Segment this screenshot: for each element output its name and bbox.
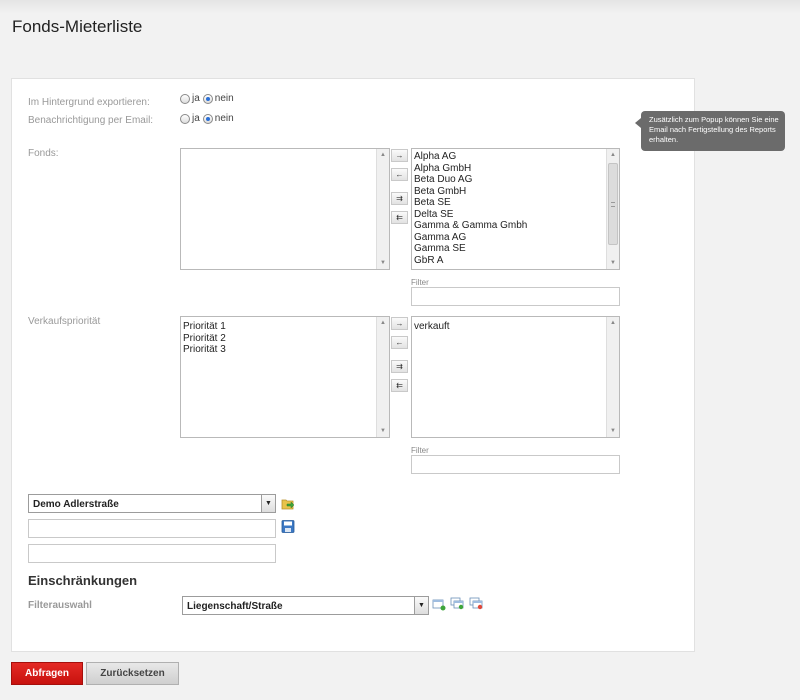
email-notification-label: Benachrichtigung per Email: xyxy=(28,115,154,126)
radio-label: ja xyxy=(192,93,200,104)
prioritaet-selected-list[interactable]: Priorität 1 Priorität 2 Priorität 3 ▲ ▼ xyxy=(180,316,390,438)
background-export-ja-radio[interactable] xyxy=(180,93,190,104)
fonds-filter-input[interactable] xyxy=(411,287,620,306)
list-item[interactable]: Priorität 3 xyxy=(183,344,226,356)
list-item[interactable]: Gamma & Gamma Gmbh xyxy=(414,220,527,232)
scroll-down-icon[interactable]: ▼ xyxy=(607,425,619,437)
email-notification-radios: ja nein xyxy=(180,113,237,124)
top-bar xyxy=(0,0,800,14)
email-notification-ja-radio[interactable] xyxy=(180,113,190,124)
list-item[interactable]: Priorität 1 xyxy=(183,321,226,333)
restrictions-title: Einschränkungen xyxy=(28,573,138,588)
scrollbar[interactable]: ▲ ▼ xyxy=(606,149,619,269)
radio-label: nein xyxy=(214,93,234,104)
scroll-up-icon[interactable]: ▲ xyxy=(377,317,389,329)
fonds-add-button[interactable]: → xyxy=(391,149,408,162)
prio-remove-button[interactable]: ← xyxy=(391,336,408,349)
fonds-remove-all-button[interactable]: ⇇ xyxy=(391,211,408,224)
list-item[interactable]: Alpha AG xyxy=(414,151,527,163)
template-name-input[interactable] xyxy=(28,519,276,538)
scroll-up-icon[interactable]: ▲ xyxy=(607,317,619,329)
load-template-icon[interactable] xyxy=(281,497,295,510)
list-item[interactable]: Gamma AG xyxy=(414,232,527,244)
template-description-input[interactable] xyxy=(28,544,276,563)
fonds-label: Fonds: xyxy=(28,148,59,159)
filter-selection-select[interactable]: Liegenschaft/Straße ▼ xyxy=(182,596,429,615)
save-icon[interactable] xyxy=(281,520,295,533)
list-item[interactable]: verkauft xyxy=(414,321,450,333)
scrollbar[interactable]: ▲ ▼ xyxy=(606,317,619,437)
scrollbar[interactable]: ▲ ▼ xyxy=(376,317,389,437)
radio-label: ja xyxy=(192,113,200,124)
fonds-filter-label: Filter xyxy=(411,278,429,287)
fonds-available-list[interactable]: Alpha AG Alpha GmbH Beta Duo AG Beta GmbH Be… xyxy=(411,148,620,270)
list-item[interactable]: Alpha GmbH xyxy=(414,163,527,175)
fonds-selected-list[interactable]: ▲ ▼ xyxy=(180,148,390,270)
chevron-down-icon[interactable]: ▼ xyxy=(414,597,428,614)
list-item[interactable]: GbR A xyxy=(414,255,527,267)
verkaufsprioritaet-label: Verkaufspriorität xyxy=(28,316,101,327)
filter-selection-label: Filterauswahl xyxy=(28,600,92,611)
template-select-value: Demo Adlerstraße xyxy=(33,499,119,510)
scrollbar[interactable]: ▲ ▼ xyxy=(376,149,389,269)
prio-add-button[interactable]: → xyxy=(391,317,408,330)
prioritaet-available-items: verkauft xyxy=(414,321,450,333)
grip-icon xyxy=(611,202,615,207)
filter-selection-value: Liegenschaft/Straße xyxy=(187,601,283,612)
submit-button[interactable]: Abfragen xyxy=(11,662,83,685)
fonds-add-all-button[interactable]: ⇉ xyxy=(391,192,408,205)
copy-filter-icon[interactable] xyxy=(450,597,464,610)
radio-label: nein xyxy=(214,113,234,124)
scroll-down-icon[interactable]: ▼ xyxy=(607,257,619,269)
prio-add-all-button[interactable]: ⇉ xyxy=(391,360,408,373)
list-item[interactable]: Gamma SE xyxy=(414,243,527,255)
background-export-radios: ja nein xyxy=(180,93,237,104)
fonds-available-items: Alpha AG Alpha GmbH Beta Duo AG Beta GmbH Be… xyxy=(414,151,527,266)
background-export-label: Im Hintergrund exportieren: xyxy=(28,97,150,108)
list-item[interactable]: Beta GmbH xyxy=(414,186,527,198)
prio-filter-input[interactable] xyxy=(411,455,620,474)
page-title: Fonds-Mieterliste xyxy=(12,17,143,36)
prio-remove-all-button[interactable]: ⇇ xyxy=(391,379,408,392)
prioritaet-available-list[interactable]: verkauft ▲ ▼ xyxy=(411,316,620,438)
list-item[interactable]: Priorität 2 xyxy=(183,333,226,345)
scroll-down-icon[interactable]: ▼ xyxy=(377,257,389,269)
add-filter-icon[interactable] xyxy=(432,598,446,611)
background-export-nein-radio[interactable] xyxy=(202,93,213,104)
chevron-down-icon[interactable]: ▼ xyxy=(261,495,275,512)
scroll-up-icon[interactable]: ▲ xyxy=(607,149,619,161)
scroll-thumb[interactable] xyxy=(608,163,618,245)
prioritaet-selected-items: Priorität 1 Priorität 2 Priorität 3 xyxy=(183,321,226,356)
scroll-down-icon[interactable]: ▼ xyxy=(377,425,389,437)
reset-button[interactable]: Zurücksetzen xyxy=(86,662,179,685)
scroll-up-icon[interactable]: ▲ xyxy=(377,149,389,161)
list-item[interactable]: Beta Duo AG xyxy=(414,174,527,186)
email-notification-nein-radio[interactable] xyxy=(202,113,213,124)
list-item[interactable]: Beta SE xyxy=(414,197,527,209)
fonds-remove-button[interactable]: ← xyxy=(391,168,408,181)
prio-filter-label: Filter xyxy=(411,446,429,455)
delete-filter-icon[interactable] xyxy=(469,597,483,610)
list-item[interactable]: Delta SE xyxy=(414,209,527,221)
template-select[interactable]: Demo Adlerstraße ▼ xyxy=(28,494,276,513)
email-tooltip: Zusätzlich zum Popup können Sie eine Ema… xyxy=(635,111,785,151)
